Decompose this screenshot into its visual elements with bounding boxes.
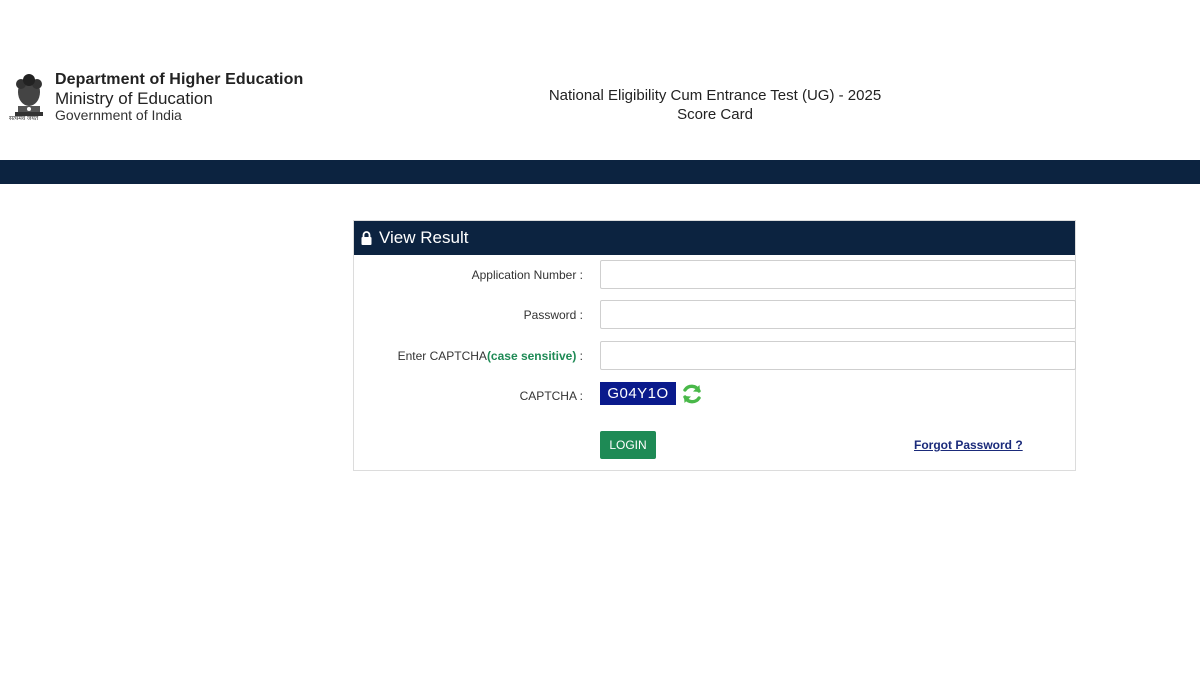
nav-bar [0, 160, 1200, 184]
captcha-label: CAPTCHA : [519, 389, 583, 403]
exam-title-block: National Eligibility Cum Entrance Test (… [465, 86, 965, 124]
captcha-input[interactable] [600, 341, 1076, 370]
captcha-image: G04Y1O [600, 382, 676, 405]
login-button[interactable]: LOGIN [600, 431, 656, 459]
application-number-row: Application Number : [354, 260, 1076, 290]
captcha-row: CAPTCHA : [354, 381, 1075, 411]
government-name: Government of India [55, 107, 182, 123]
password-input[interactable] [600, 300, 1076, 329]
emblem-caption: सत्यमेव जयते [9, 116, 39, 122]
site-header: सत्यमेव जयते Department of Higher Educat… [0, 0, 1200, 160]
view-result-panel: View Result Application Number : Passwor… [353, 220, 1076, 471]
panel-header: View Result [354, 221, 1075, 255]
application-number-label: Application Number : [471, 268, 583, 282]
department-block: Department of Higher Education Ministry … [55, 71, 304, 123]
captcha-input-label: Enter CAPTCHA(case sensitive) : [397, 349, 583, 363]
lock-icon [361, 231, 372, 245]
exam-title: National Eligibility Cum Entrance Test (… [548, 87, 882, 104]
password-label: Password : [523, 308, 583, 322]
panel-title: View Result [379, 228, 469, 247]
forgot-password-link[interactable]: Forgot Password ? [914, 438, 1023, 452]
exam-subtitle: Score Card [677, 106, 753, 123]
ministry-name: Ministry of Education [55, 89, 213, 108]
refresh-icon[interactable] [680, 382, 704, 406]
department-name: Department of Higher Education [55, 71, 304, 88]
captcha-input-row: Enter CAPTCHA(case sensitive) : [354, 341, 1076, 371]
password-row: Password : [354, 300, 1076, 330]
application-number-input[interactable] [600, 260, 1076, 289]
case-sensitive-note: (case sensitive) [486, 349, 577, 363]
